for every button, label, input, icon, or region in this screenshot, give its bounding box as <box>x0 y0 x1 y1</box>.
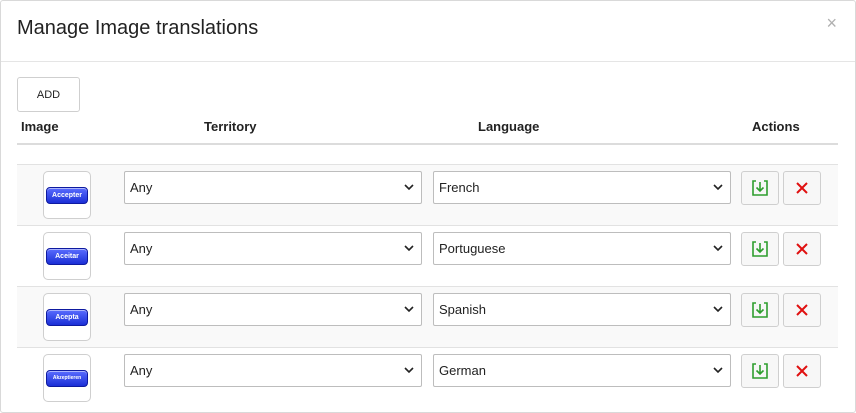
save-button[interactable] <box>741 232 779 266</box>
image-thumbnail[interactable]: Acepta <box>43 293 91 341</box>
close-x-icon <box>796 304 808 316</box>
territory-select[interactable]: Any <box>124 293 422 326</box>
territory-select[interactable]: Any <box>124 232 422 265</box>
translated-image-preview: Akzeptieren <box>46 369 88 387</box>
chevron-down-icon <box>713 245 723 252</box>
save-button[interactable] <box>741 354 779 388</box>
column-header-territory: Territory <box>204 119 257 134</box>
save-download-icon <box>752 363 768 379</box>
territory-select-value: Any <box>130 302 153 317</box>
image-thumbnail[interactable]: Akzeptieren <box>43 354 91 402</box>
column-header-image: Image <box>21 119 59 134</box>
language-select-value: German <box>439 363 486 378</box>
language-select-value: Spanish <box>439 302 486 317</box>
image-thumbnail[interactable]: Accepter <box>43 171 91 219</box>
close-x-icon <box>796 182 808 194</box>
column-header-language: Language <box>478 119 540 134</box>
language-select-value: French <box>439 180 480 195</box>
chevron-down-icon <box>404 306 414 313</box>
language-select[interactable]: French <box>433 171 731 204</box>
save-download-icon <box>752 241 768 257</box>
delete-button[interactable] <box>783 293 821 327</box>
table-row: Acepta Any Spanish <box>17 286 838 347</box>
chevron-down-icon <box>713 184 723 191</box>
territory-select-value: Any <box>130 241 153 256</box>
column-header-actions: Actions <box>752 119 800 134</box>
image-thumbnail[interactable]: Aceitar <box>43 232 91 280</box>
save-download-icon <box>752 302 768 318</box>
close-x-icon <box>796 365 808 377</box>
close-icon[interactable]: × <box>826 13 837 33</box>
territory-select-value: Any <box>130 180 153 195</box>
chevron-down-icon <box>713 306 723 313</box>
table-row: Aceitar Any Portuguese <box>17 225 838 286</box>
territory-select-value: Any <box>130 363 153 378</box>
chevron-down-icon <box>713 367 723 374</box>
dialog-header: Manage Image translations × <box>1 1 855 62</box>
territory-select[interactable]: Any <box>124 171 422 204</box>
delete-button[interactable] <box>783 232 821 266</box>
language-select-value: Portuguese <box>439 241 506 256</box>
language-select[interactable]: German <box>433 354 731 387</box>
manage-translations-dialog: Manage Image translations × ADD Image Te… <box>0 0 856 413</box>
translated-image-preview: Acepta <box>46 308 88 326</box>
language-select[interactable]: Portuguese <box>433 232 731 265</box>
chevron-down-icon <box>404 367 414 374</box>
language-select[interactable]: Spanish <box>433 293 731 326</box>
save-button[interactable] <box>741 171 779 205</box>
territory-select[interactable]: Any <box>124 354 422 387</box>
table-row: Accepter Any French <box>17 164 838 225</box>
translations-table-body: Accepter Any French Aceitar Any Portugue… <box>17 164 838 408</box>
chevron-down-icon <box>404 184 414 191</box>
save-button[interactable] <box>741 293 779 327</box>
add-button[interactable]: ADD <box>17 77 80 112</box>
translated-image-preview: Accepter <box>46 186 88 204</box>
delete-button[interactable] <box>783 171 821 205</box>
close-x-icon <box>796 243 808 255</box>
dialog-title: Manage Image translations <box>17 17 259 39</box>
table-row: Akzeptieren Any German <box>17 347 838 408</box>
chevron-down-icon <box>404 245 414 252</box>
save-download-icon <box>752 180 768 196</box>
delete-button[interactable] <box>783 354 821 388</box>
translated-image-preview: Aceitar <box>46 247 88 265</box>
table-header: Image Territory Language Actions <box>17 117 838 145</box>
